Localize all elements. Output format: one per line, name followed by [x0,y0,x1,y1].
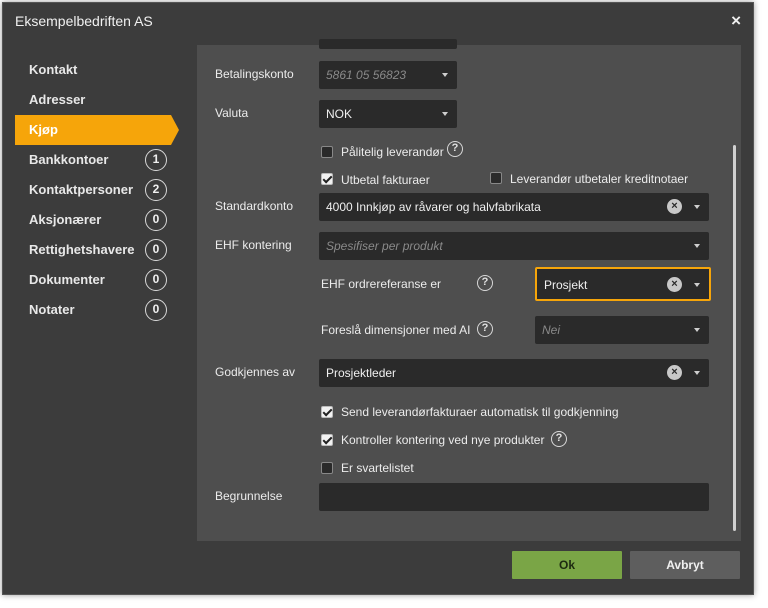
nav-item-adresser[interactable]: Adresser [15,85,183,115]
side-navigation: Kontakt Adresser Kjøp Bankkontoer 1 Konta… [15,55,183,325]
count-badge: 0 [145,299,167,321]
valuta-label: Valuta [215,106,249,120]
dimensjoner-value: Nei [542,323,561,337]
dimensjoner-select[interactable]: Nei [535,316,709,344]
nav-item-kontakt[interactable]: Kontakt [15,55,183,85]
nav-item-label: Rettighetshavere [29,242,135,257]
godkjennes-value: Prosjektleder [326,366,397,380]
purchase-settings-panel: Betalingskonto 5861 05 56823 Valuta NOK … [197,39,741,541]
send-auto-label: Send leverandørfakturaer automatisk til … [341,405,619,419]
ehf-ordre-select[interactable]: Prosjekt × [535,267,711,301]
panel-scrollbar[interactable] [733,145,736,531]
ehf-ordre-label: EHF ordrereferanse er [321,277,442,291]
clear-icon[interactable]: × [667,365,682,380]
chevron-down-icon [694,328,700,332]
clear-icon[interactable]: × [667,199,682,214]
begrunnelse-label: Begrunnelse [215,489,283,503]
kreditnotaer-checkbox[interactable] [490,172,502,184]
edit-supplier-dialog: Eksempelbedriften AS × Kontakt Adresser … [2,2,754,595]
begrunnelse-input[interactable] [319,483,709,511]
count-badge: 0 [145,209,167,231]
nav-item-rettighetshavere[interactable]: Rettighetshavere 0 [15,235,183,265]
clear-icon[interactable]: × [667,277,682,292]
nav-item-label: Notater [29,302,75,317]
nav-item-label: Kjøp [29,122,58,137]
ehf-kontering-placeholder: Spesifiser per produkt [326,239,443,253]
count-badge: 0 [145,239,167,261]
cancel-button[interactable]: Avbryt [630,551,740,579]
standardkonto-value: 4000 Innkjøp av råvarer og halvfabrikata [326,200,541,214]
nav-item-label: Adresser [29,92,86,107]
chevron-down-icon [694,244,700,248]
chevron-down-icon [442,73,448,77]
ok-button[interactable]: Ok [512,551,622,579]
dialog-titlebar: Eksempelbedriften AS × [3,3,753,37]
scrolled-field[interactable] [319,39,457,49]
godkjennes-label: Godkjennes av [215,365,296,379]
nav-item-aksjonaerer[interactable]: Aksjonærer 0 [15,205,183,235]
betalingskonto-select[interactable]: 5861 05 56823 [319,61,457,89]
close-icon[interactable]: × [731,11,741,31]
dimensjoner-label: Foreslå dimensjoner med AI [321,323,471,337]
chevron-down-icon [442,112,448,116]
chevron-down-icon [694,283,700,287]
ehf-kontering-label: EHF kontering [215,238,292,252]
svarteliste-label: Er svartelistet [341,461,414,475]
godkjennes-select[interactable]: Prosjektleder × [319,359,709,387]
svarteliste-checkbox[interactable] [321,462,333,474]
kreditnotaer-label: Leverandør utbetaler kreditnotaer [510,172,689,186]
ehf-ordre-value: Prosjekt [544,278,588,292]
utbetal-label: Utbetal fakturaer [341,173,430,187]
nav-item-label: Kontakt [29,62,78,77]
nav-item-bankkontoer[interactable]: Bankkontoer 1 [15,145,183,175]
utbetal-checkbox[interactable] [321,173,333,185]
nav-item-label: Bankkontoer [29,152,109,167]
count-badge: 0 [145,269,167,291]
ehf-kontering-select[interactable]: Spesifiser per produkt [319,232,709,260]
nav-item-label: Aksjonærer [29,212,102,227]
nav-item-kontaktpersoner[interactable]: Kontaktpersoner 2 [15,175,183,205]
valuta-select[interactable]: NOK [319,100,457,128]
help-icon[interactable]: ? [477,321,493,337]
kontroller-checkbox[interactable] [321,434,333,446]
palitelig-label: Pålitelig leverandør [341,145,444,159]
send-auto-checkbox[interactable] [321,406,333,418]
chevron-down-icon [694,371,700,375]
help-icon[interactable]: ? [477,275,493,291]
chevron-down-icon [694,205,700,209]
nav-item-label: Dokumenter [29,272,105,287]
standardkonto-select[interactable]: 4000 Innkjøp av råvarer og halvfabrikata… [319,193,709,221]
count-badge: 2 [145,179,167,201]
nav-item-notater[interactable]: Notater 0 [15,295,183,325]
dialog-title: Eksempelbedriften AS [15,13,153,29]
nav-item-dokumenter[interactable]: Dokumenter 0 [15,265,183,295]
betalingskonto-label: Betalingskonto [215,67,294,81]
help-icon[interactable]: ? [447,141,463,157]
nav-item-kjop[interactable]: Kjøp [15,115,179,145]
nav-item-label: Kontaktpersoner [29,182,134,197]
kontroller-label: Kontroller kontering ved nye produkter [341,433,545,447]
betalingskonto-value: 5861 05 56823 [326,68,407,82]
valuta-value: NOK [326,107,353,121]
palitelig-checkbox[interactable] [321,146,333,158]
count-badge: 1 [145,149,167,171]
help-icon[interactable]: ? [551,431,567,447]
standardkonto-label: Standardkonto [215,199,294,213]
